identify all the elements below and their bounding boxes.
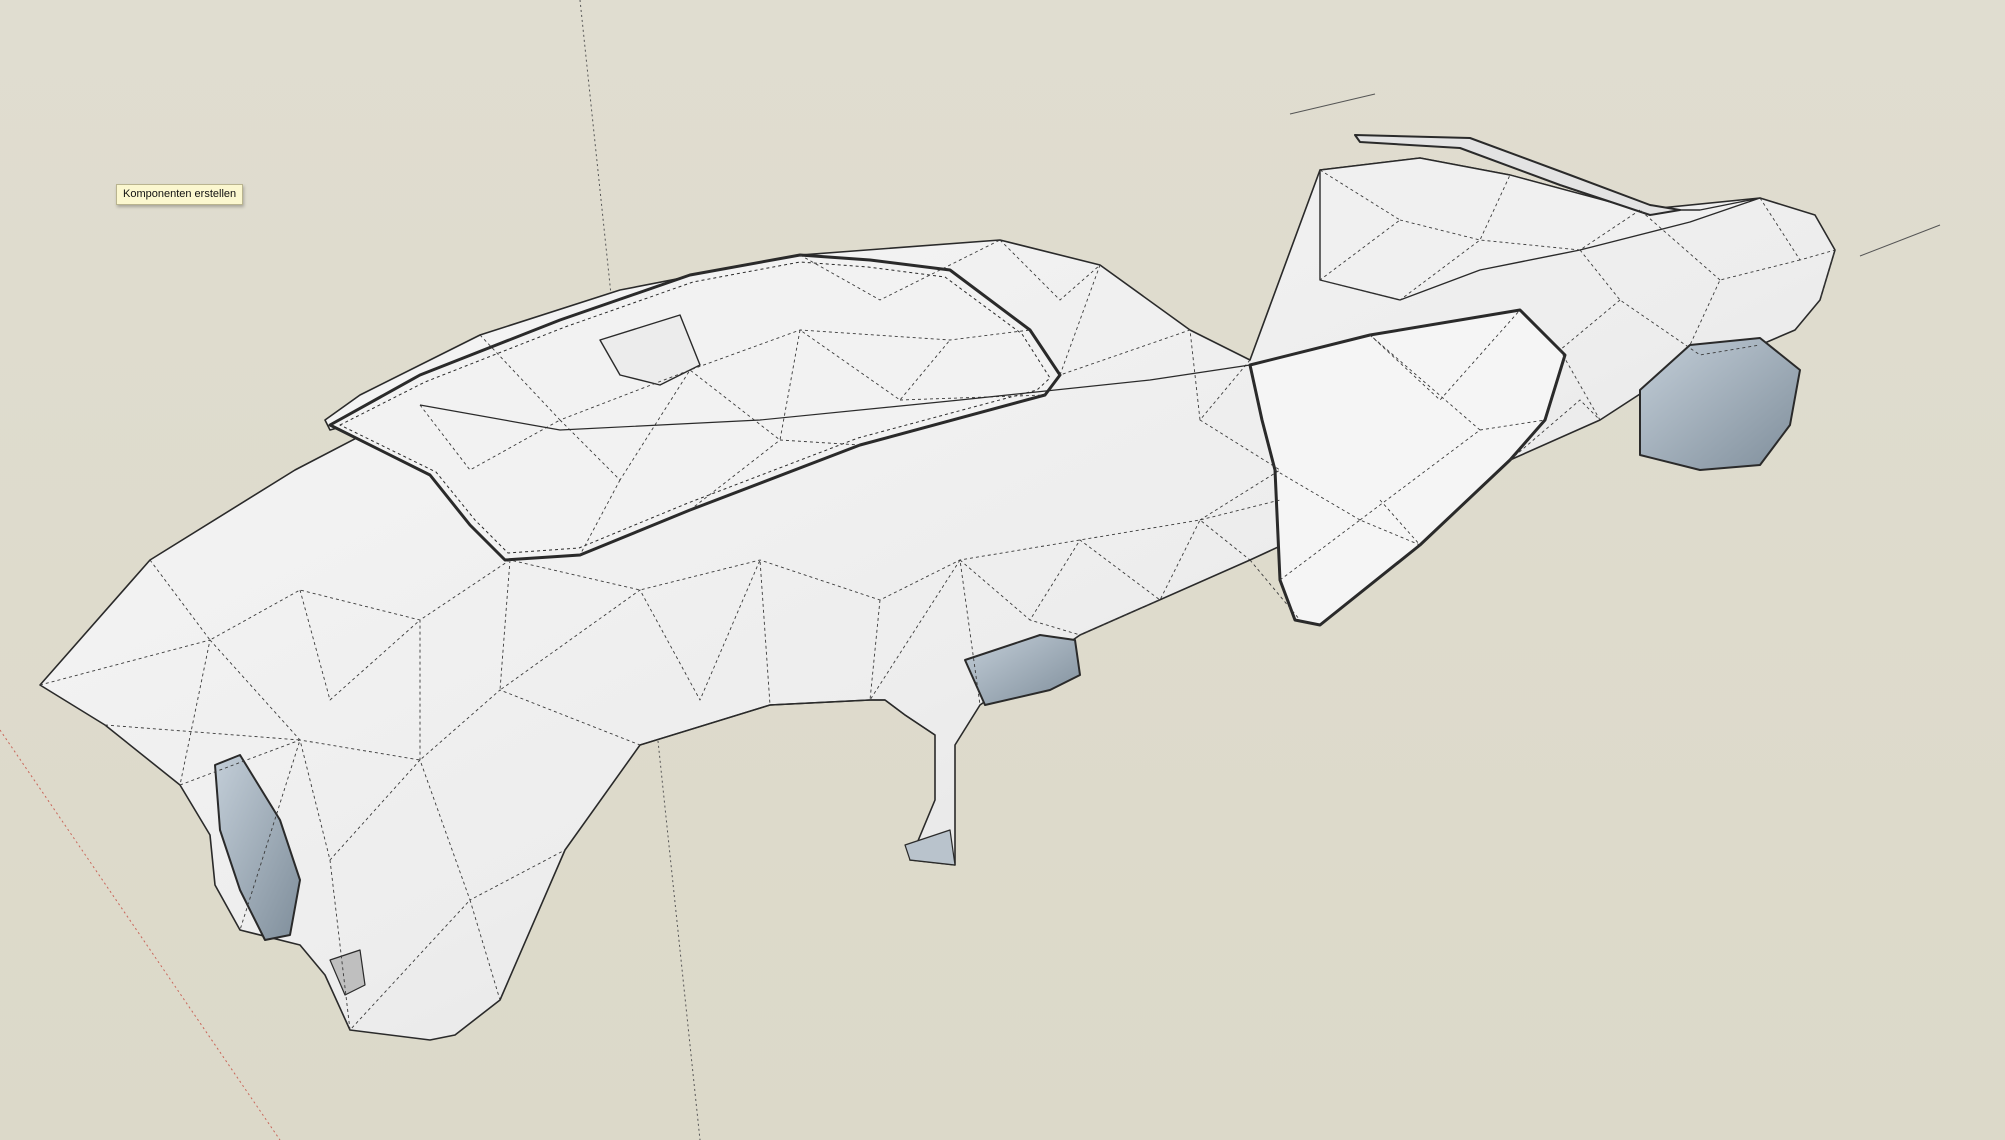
axis-segment-right [1859,224,1941,257]
modeling-viewport[interactable]: Komponenten erstellen [0,0,2005,1140]
scene-canvas[interactable] [0,0,2005,1140]
axis-segment-top [1289,93,1376,115]
door-opening [1248,308,1567,627]
car-body-model[interactable] [39,134,1836,1041]
tool-tooltip: Komponenten erstellen [116,184,244,205]
